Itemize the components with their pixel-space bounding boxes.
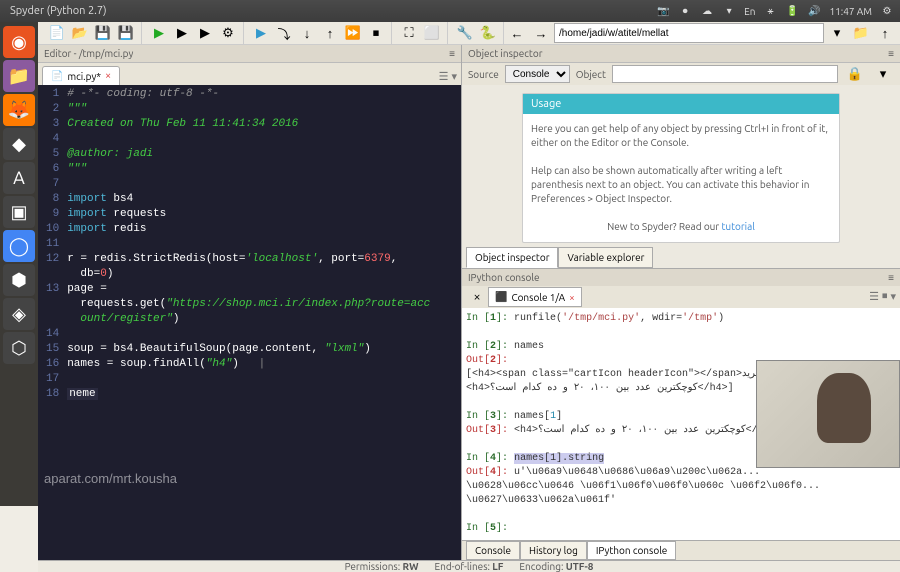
watermark: aparat.com/mrt.kousha — [44, 471, 177, 486]
editor-options-icon[interactable]: ≡ — [449, 48, 455, 60]
launcher-terminal[interactable]: ▣ — [3, 196, 35, 228]
launcher-app1[interactable]: ◆ — [3, 128, 35, 160]
code-editor[interactable]: 123456789101112131415161718 # -*- coding… — [38, 85, 461, 560]
tab-console[interactable]: Console — [466, 541, 520, 560]
webcam-overlay — [756, 360, 900, 468]
step-in-icon[interactable]: ↓ — [296, 22, 318, 44]
clock[interactable]: 11:47 AM — [830, 6, 873, 17]
step-out-icon[interactable]: ↑ — [319, 22, 341, 44]
new-file-icon[interactable]: 📄 — [46, 22, 68, 44]
statusbar: Permissions: RW End-of-lines: LF Encodin… — [38, 560, 900, 572]
save-all-icon[interactable]: 💾 — [115, 22, 137, 44]
editor-title: Editor - /tmp/mci.py — [44, 48, 133, 59]
editor-tab[interactable]: 📄 mci.py* × — [42, 66, 120, 85]
launcher-app5[interactable]: ⬡ — [3, 332, 35, 364]
stop-icon[interactable]: ⏹ — [365, 22, 387, 44]
editor-tab-bar: 📄 mci.py* × ☰ ▾ — [38, 63, 461, 85]
console-tab-label: Console 1/A — [511, 292, 565, 303]
launcher-app2[interactable]: A — [3, 162, 35, 194]
source-label: Source — [468, 69, 499, 80]
editor-list-icon[interactable]: ☰ — [439, 70, 449, 83]
console-stop-icon[interactable]: ⏹ — [882, 290, 888, 303]
continue-icon[interactable]: ⏩ — [342, 22, 364, 44]
ipython-options-icon[interactable]: ≡ — [888, 272, 894, 284]
launcher-chrome[interactable]: ◯ — [3, 230, 35, 262]
ipython-title: IPython console — [468, 272, 539, 283]
save-icon[interactable]: 💾 — [92, 22, 114, 44]
launcher-firefox[interactable]: 🦊 — [3, 94, 35, 126]
console-close-icon[interactable]: × — [466, 286, 488, 308]
inspector-title: Object inspector — [468, 48, 542, 59]
network-icon[interactable]: ▾ — [722, 4, 736, 18]
console-list-icon[interactable]: ☰ — [869, 290, 879, 303]
ipython-header: IPython console ≡ — [462, 268, 900, 286]
console-tab[interactable]: ⬛ Console 1/A × — [488, 287, 582, 307]
tab-close-icon[interactable]: × — [105, 70, 111, 82]
code-content[interactable]: # -*- coding: utf-8 -*- """ Created on T… — [63, 85, 434, 404]
volume-icon[interactable]: 🔊 — [808, 4, 822, 18]
tab-object-inspector[interactable]: Object inspector — [466, 247, 558, 268]
editor-options-icon[interactable]: ▾ — [451, 70, 457, 83]
console-icon: ⬛ — [495, 291, 507, 303]
right-panel: Object inspector ≡ Source Console Object… — [462, 45, 900, 560]
window-title: Spyder (Python 2.7) — [10, 5, 107, 17]
console-opts-icon[interactable]: ▾ — [890, 290, 896, 303]
run-icon[interactable]: ▶ — [148, 22, 170, 44]
tutorial-link[interactable]: tutorial — [721, 221, 754, 232]
browse-icon[interactable]: ▾ — [826, 22, 848, 44]
console-tab-close-icon[interactable]: × — [569, 292, 575, 303]
run-cell-icon[interactable]: ▶ — [171, 22, 193, 44]
tab-variable-explorer[interactable]: Variable explorer — [558, 247, 653, 268]
object-input[interactable] — [612, 65, 838, 83]
working-dir-input[interactable] — [554, 23, 824, 43]
lang-indicator[interactable]: En — [744, 6, 755, 17]
launcher-files[interactable]: 📁 — [3, 60, 35, 92]
inspector-options-icon[interactable]: ≡ — [888, 48, 894, 60]
launcher: ◉ 📁 🦊 ◆ A ▣ ◯ ⬢ ◈ ⬡ — [0, 22, 38, 506]
line-gutter: 123456789101112131415161718 — [38, 85, 63, 404]
record-icon[interactable]: ⏺ — [678, 4, 692, 18]
bluetooth-icon[interactable]: ⚹ — [764, 4, 778, 18]
maximize-icon[interactable]: ⛶ — [398, 22, 420, 44]
up-dir-icon[interactable]: ↑ — [874, 22, 896, 44]
launcher-app4[interactable]: ◈ — [3, 298, 35, 330]
titlebar: Spyder (Python 2.7) 📷 ⏺ ☁ ▾ En ⚹ 🔋 🔊 11:… — [0, 0, 900, 22]
lock-icon[interactable]: 🔒 — [844, 63, 866, 85]
camera-icon[interactable]: 📷 — [656, 4, 670, 18]
inspector-toolbar: Source Console Object 🔒 ▾ — [462, 63, 900, 85]
options-icon[interactable]: ▾ — [872, 63, 894, 85]
launcher-dash[interactable]: ◉ — [3, 26, 35, 58]
fullscreen-icon[interactable]: ⬜ — [421, 22, 443, 44]
object-label: Object — [576, 69, 606, 80]
forward-icon[interactable]: → — [530, 22, 552, 44]
usage-title: Usage — [523, 94, 839, 114]
gear-icon[interactable]: ⚙ — [880, 4, 894, 18]
inspector-header: Object inspector ≡ — [462, 45, 900, 63]
launcher-app3[interactable]: ⬢ — [3, 264, 35, 296]
tab-ipython-console[interactable]: IPython console — [587, 541, 676, 560]
step-icon[interactable]: ⤵ — [273, 22, 295, 44]
inspector-tabs: Object inspector Variable explorer — [462, 247, 900, 268]
editor-header: Editor - /tmp/mci.py ≡ — [38, 45, 461, 63]
run-selection-icon[interactable]: ▶ — [194, 22, 216, 44]
console-bottom-tabs: Console History log IPython console — [462, 540, 900, 560]
system-tray: 📷 ⏺ ☁ ▾ En ⚹ 🔋 🔊 11:47 AM ⚙ — [656, 0, 894, 22]
tab-history-log[interactable]: History log — [520, 541, 587, 560]
battery-icon[interactable]: 🔋 — [786, 4, 800, 18]
tab-label: mci.py* — [67, 71, 101, 82]
file-icon: 📄 — [51, 70, 63, 82]
dropbox-icon[interactable]: ☁ — [700, 4, 714, 18]
open-file-icon[interactable]: 📂 — [69, 22, 91, 44]
debug-icon[interactable]: ▶ — [250, 22, 272, 44]
pythonpath-icon[interactable]: 🐍 — [477, 22, 499, 44]
back-icon[interactable]: ← — [506, 22, 528, 44]
folder-icon[interactable]: 📁 — [850, 22, 872, 44]
source-select[interactable]: Console — [505, 65, 570, 83]
prefs-icon[interactable]: 🔧 — [454, 22, 476, 44]
usage-box: Usage Here you can get help of any objec… — [522, 93, 840, 243]
run-config-icon[interactable]: ⚙ — [217, 22, 239, 44]
usage-body: Here you can get help of any object by p… — [523, 114, 839, 242]
main-toolbar: 📄 📂 💾 💾 ▶ ▶ ▶ ⚙ ▶ ⤵ ↓ ↑ ⏩ ⏹ ⛶ ⬜ 🔧 🐍 ← → — [38, 22, 900, 45]
console-tab-bar: × ⬛ Console 1/A × ☰ ⏹ ▾ — [462, 286, 900, 308]
